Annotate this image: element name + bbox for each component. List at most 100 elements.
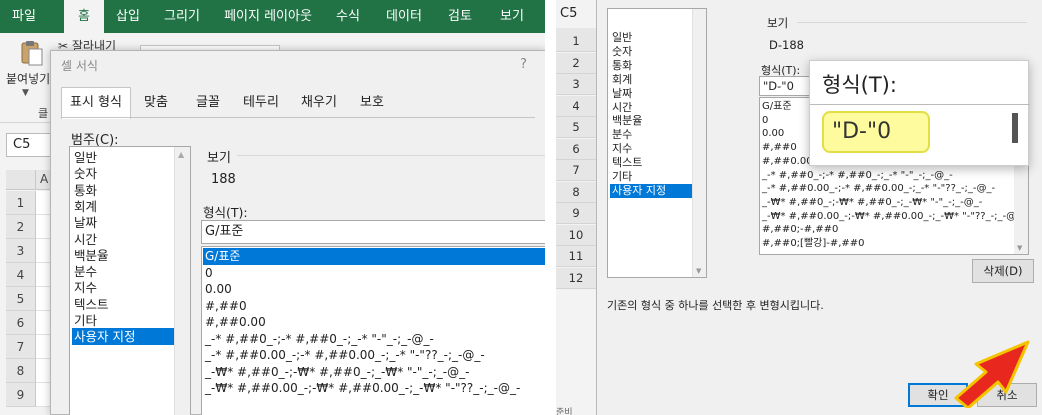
category-item[interactable]: 숫자 [610, 45, 692, 59]
ribbon-tab-formulas[interactable]: 수식 [328, 0, 368, 33]
format-item[interactable]: _-₩* #,##0.00_-;-₩* #,##0.00_-;_-₩* "-"?… [762, 210, 1025, 223]
row-header[interactable]: 8 [556, 181, 596, 203]
type-input[interactable]: G/표준 [201, 220, 545, 244]
category-item[interactable]: 지수 [72, 279, 174, 296]
row-header[interactable]: 6 [6, 311, 36, 335]
row-header[interactable]: 10 [556, 224, 596, 246]
column-header-a[interactable]: A [40, 172, 48, 186]
format-item[interactable]: _-* #,##0_-;-* #,##0_-;_-* "-"_-;_-@_- [762, 169, 953, 182]
format-item[interactable]: _-* #,##0_-;-* #,##0_-;_-* "-"_-;_-@_- [203, 331, 545, 348]
format-item[interactable]: _-* #,##0.00_-;-* #,##0.00_-;_-* "-"??_-… [762, 182, 995, 195]
ribbon-tab-review[interactable]: 검토 [440, 0, 480, 33]
row-header[interactable]: 9 [6, 383, 36, 407]
category-item[interactable]: 시간 [610, 101, 692, 115]
category-item[interactable]: 날짜 [72, 214, 174, 231]
category-item[interactable]: 백분율 [610, 114, 692, 128]
format-item[interactable]: #,##0.00 [762, 155, 813, 168]
row-header[interactable]: 7 [6, 335, 36, 359]
format-list[interactable]: G/표준 0 0.00 #,##0 #,##0.00 _-* #,##0_-;-* #,#… [201, 246, 545, 415]
paste-icon[interactable] [20, 40, 44, 66]
scroll-down-icon[interactable]: ▼ [1017, 244, 1022, 252]
format-item[interactable]: _-* #,##0.00_-;-* #,##0.00_-;_-* "-"??_-… [203, 347, 545, 364]
zoom-type-label: 형식(T): [822, 73, 897, 97]
category-item[interactable]: 기타 [610, 170, 692, 184]
format-item[interactable]: _-₩* #,##0.00_-;-₩* #,##0.00_-;_-₩* "-"?… [203, 380, 545, 397]
row-header[interactable]: 6 [556, 138, 596, 160]
row-header[interactable]: 1 [6, 191, 36, 215]
category-list[interactable]: 일반 숫자 통화 회계 날짜 시간 백분율 분수 지수 텍스트 기타 사용자 지정 ▼ [607, 8, 707, 278]
category-list[interactable]: 일반 숫자 통화 회계 날짜 시간 백분율 분수 지수 텍스트 기타 사용자 지정 ▲ [69, 146, 191, 415]
category-item[interactable]: 텍스트 [610, 156, 692, 170]
format-item[interactable]: #,##0;[빨강]-#,##0 [762, 237, 865, 250]
category-item[interactable]: 통화 [72, 182, 174, 199]
format-item[interactable]: _-₩* #,##0_-;-₩* #,##0_-;_-₩* "-"_-;_-@_… [762, 196, 982, 209]
row-header[interactable]: 8 [6, 359, 36, 383]
tab-fill[interactable]: 채우기 [291, 87, 347, 117]
zoom-type-input-highlight: "D-"0 [822, 111, 930, 153]
ribbon-tab-page-layout[interactable]: 페이지 레이아웃 [218, 0, 318, 33]
paste-dropdown-icon[interactable]: ▼ [22, 88, 29, 98]
tab-font[interactable]: 글꼴 [185, 87, 231, 117]
category-scrollbar[interactable]: ▲ [174, 147, 190, 415]
tab-alignment[interactable]: 맞춤 [133, 87, 179, 117]
row-header[interactable]: 2 [556, 52, 596, 74]
row-header[interactable]: 9 [556, 203, 596, 224]
format-item[interactable]: #,##0.00 [203, 314, 545, 331]
row-header[interactable]: 5 [556, 117, 596, 138]
category-item[interactable]: 회계 [72, 198, 174, 215]
ribbon-tab-view[interactable]: 보기 [492, 0, 532, 33]
category-item[interactable]: 시간 [72, 231, 174, 248]
category-item[interactable]: 기타 [72, 312, 174, 329]
format-item[interactable]: 0 [203, 265, 545, 282]
category-item[interactable]: 사용자 지정 [610, 183, 692, 198]
row-header[interactable]: 3 [556, 74, 596, 95]
category-item[interactable]: 분수 [72, 263, 174, 280]
format-item[interactable]: G/표준 [203, 248, 545, 265]
category-item[interactable]: 일반 [72, 149, 174, 166]
format-item[interactable]: #,##0 [203, 298, 545, 315]
row-header[interactable]: 4 [556, 95, 596, 117]
category-item[interactable]: 사용자 지정 [72, 328, 174, 346]
scroll-up-icon[interactable]: ▲ [178, 150, 184, 159]
ribbon-tab-file[interactable]: 파일 [4, 0, 44, 33]
row-header[interactable]: 4 [6, 263, 36, 287]
format-item[interactable]: 0.00 [203, 281, 545, 298]
category-scrollbar[interactable]: ▼ [692, 9, 706, 277]
format-item[interactable]: 0.00 [762, 127, 784, 140]
select-all-corner[interactable] [6, 170, 36, 190]
row-header[interactable]: 2 [6, 215, 36, 239]
tab-protection[interactable]: 보호 [349, 87, 395, 117]
ribbon-tab-draw[interactable]: 그리기 [158, 0, 206, 33]
delete-button[interactable]: 삭제(D) [972, 259, 1034, 283]
scroll-down-icon[interactable]: ▼ [696, 267, 701, 275]
category-item[interactable]: 숫자 [72, 165, 174, 182]
category-item[interactable]: 분수 [610, 128, 692, 142]
category-item[interactable]: 백분율 [72, 247, 174, 264]
tab-border[interactable]: 테두리 [235, 87, 287, 117]
row-header[interactable]: 3 [6, 239, 36, 263]
ribbon-tab-insert[interactable]: 삽입 [108, 0, 148, 33]
format-item[interactable]: 0 [762, 114, 768, 127]
format-item[interactable]: G/표준 [762, 100, 792, 113]
ribbon-tab-home[interactable]: 홈 [64, 0, 104, 33]
category-item[interactable]: 통화 [610, 59, 692, 73]
format-item[interactable]: #,##0 [762, 141, 797, 154]
ribbon-tab-data[interactable]: 데이터 [380, 0, 428, 33]
row-header[interactable]: 11 [556, 246, 596, 267]
name-box[interactable]: C5 [6, 133, 56, 157]
name-box[interactable]: C5 [560, 6, 577, 21]
row-header[interactable]: 7 [556, 160, 596, 181]
category-item[interactable]: 지수 [610, 142, 692, 156]
help-button[interactable]: ? [520, 57, 527, 72]
category-item[interactable]: 날짜 [610, 87, 692, 101]
row-header[interactable]: 5 [6, 287, 36, 311]
category-item[interactable]: 일반 [610, 31, 692, 45]
category-item[interactable]: 텍스트 [72, 296, 174, 313]
category-item[interactable]: 회계 [610, 73, 692, 87]
row-header[interactable]: 1 [556, 31, 596, 52]
row-header[interactable]: 12 [556, 267, 596, 289]
format-item[interactable]: _-₩* #,##0_-;-₩* #,##0_-;_-₩* "-"_-;_-@_… [203, 364, 545, 381]
format-item[interactable]: #,##0;-#,##0 [762, 223, 838, 236]
tab-number[interactable]: 표시 형식 [61, 87, 131, 119]
paste-button-label[interactable]: 붙여넣기 [6, 70, 50, 87]
